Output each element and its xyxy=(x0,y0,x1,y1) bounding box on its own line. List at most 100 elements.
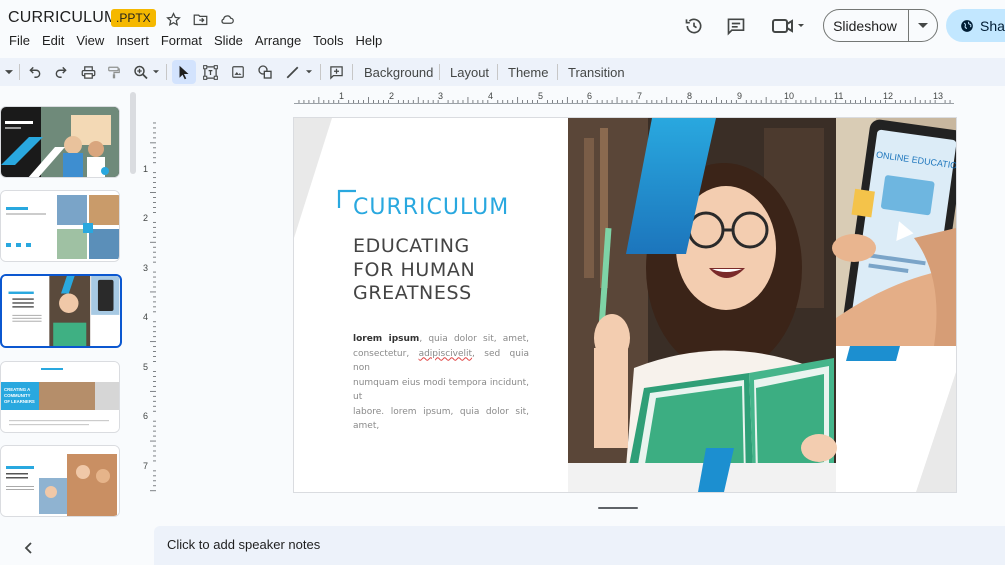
version-history-icon[interactable] xyxy=(683,15,705,37)
zoom-icon[interactable] xyxy=(132,60,162,84)
new-slide-dropdown-icon[interactable] xyxy=(3,60,15,84)
filmstrip-scrollbar[interactable] xyxy=(130,92,136,174)
menu-bar: File Edit View Insert Format Slide Arran… xyxy=(9,31,394,50)
layout-button[interactable]: Layout xyxy=(450,60,489,84)
ruler-number: 3 xyxy=(438,91,444,101)
svg-text:COMMUNITY: COMMUNITY xyxy=(4,393,31,398)
notes-resize-handle[interactable] xyxy=(598,507,638,509)
slide-thumbnail-3-preview xyxy=(2,276,120,346)
toolbar-divider xyxy=(166,64,167,80)
slideshow-button[interactable]: Slideshow xyxy=(824,10,909,41)
ruler-number: 6 xyxy=(143,411,149,421)
vertical-ruler[interactable]: 1 2 3 4 5 6 7 xyxy=(143,118,156,492)
body-line-4: labore. lorem ipsum, quia dolor sit, ame… xyxy=(353,406,529,432)
background-button[interactable]: Background xyxy=(364,60,433,84)
ruler-number: 11 xyxy=(834,91,844,101)
toolbar-divider xyxy=(352,64,353,80)
body-text-2a: consectetur, xyxy=(353,348,419,359)
toolbar: Background Layout Theme Transition xyxy=(0,58,1005,86)
current-slide[interactable]: ONLINE EDUCATION CURRICULUM EDUCATING FO… xyxy=(294,118,956,492)
slide-thumbnail-4-preview: CREATING A COMMUNITY OF LEARNERS xyxy=(1,362,119,432)
slide-thumbnail-5[interactable] xyxy=(0,445,120,517)
slide-subtitle[interactable]: EDUCATING FOR HUMAN GREATNESS xyxy=(353,235,475,306)
subtitle-line-3: GREATNESS xyxy=(353,282,472,304)
shape-icon[interactable] xyxy=(256,60,274,84)
toolbar-divider xyxy=(320,64,321,80)
ruler-number: 2 xyxy=(389,91,395,101)
svg-text:OF LEARNERS: OF LEARNERS xyxy=(4,399,35,404)
ruler-number: 6 xyxy=(587,91,593,101)
slide-thumbnail-5-preview xyxy=(1,446,119,516)
phone-photo: ONLINE EDUCATION xyxy=(832,118,956,346)
toolbar-divider xyxy=(439,64,440,80)
theme-button[interactable]: Theme xyxy=(508,60,548,84)
speaker-notes[interactable]: Click to add speaker notes xyxy=(154,526,1005,565)
ruler-number: 2 xyxy=(143,213,149,223)
ruler-number: 4 xyxy=(143,312,149,322)
speaker-notes-placeholder: Click to add speaker notes xyxy=(167,537,321,552)
ruler-number: 5 xyxy=(143,362,149,372)
undo-icon[interactable] xyxy=(26,60,44,84)
menu-format[interactable]: Format xyxy=(161,31,202,50)
slideshow-dropdown-icon[interactable] xyxy=(909,10,937,41)
transition-button[interactable]: Transition xyxy=(568,60,625,84)
vertical-ruler-ticks xyxy=(150,122,156,492)
title-bar: CURRICULUM .PPTX File Edit View Insert F… xyxy=(0,0,1005,54)
ruler-number: 7 xyxy=(637,91,643,101)
redo-icon[interactable] xyxy=(52,60,70,84)
ruler-number: 12 xyxy=(883,91,894,101)
insert-comment-icon[interactable] xyxy=(327,60,345,84)
menu-view[interactable]: View xyxy=(76,31,104,50)
line-icon[interactable] xyxy=(284,60,316,84)
ruler-number: 4 xyxy=(488,91,494,101)
ruler-number: 3 xyxy=(143,263,149,273)
insert-image-icon[interactable] xyxy=(229,60,247,84)
ruler-number: 1 xyxy=(143,164,149,174)
body-line-1: lorem ipsum, quia dolor sit, amet, xyxy=(353,332,529,347)
slide-thumbnail-1[interactable] xyxy=(0,106,120,178)
ruler-number: 8 xyxy=(687,91,693,101)
paint-format-icon[interactable] xyxy=(105,60,123,84)
cloud-status-icon[interactable] xyxy=(218,10,236,28)
menu-slide[interactable]: Slide xyxy=(214,31,243,50)
slide-thumbnail-4[interactable]: CREATING A COMMUNITY OF LEARNERS xyxy=(0,361,120,433)
ruler-number: 1 xyxy=(339,91,345,101)
ruler-number: 13 xyxy=(933,91,944,101)
select-tool-icon[interactable] xyxy=(172,60,196,84)
ruler-number: 7 xyxy=(143,461,149,471)
spellcheck-word[interactable]: adipiscivelit xyxy=(419,349,472,359)
menu-edit[interactable]: Edit xyxy=(42,31,64,50)
menu-tools[interactable]: Tools xyxy=(313,31,343,50)
comments-icon[interactable] xyxy=(725,15,747,37)
subtitle-line-1: EDUCATING xyxy=(353,235,470,257)
toolbar-divider xyxy=(557,64,558,80)
document-title[interactable]: CURRICULUM xyxy=(8,9,118,27)
text-box-icon[interactable] xyxy=(201,60,219,84)
print-icon[interactable] xyxy=(79,60,97,84)
menu-arrange[interactable]: Arrange xyxy=(255,31,301,50)
svg-text:CREATING A: CREATING A xyxy=(4,387,30,392)
slideshow-group: Slideshow xyxy=(823,9,938,42)
ruler-number: 10 xyxy=(784,91,795,101)
meet-video-icon[interactable] xyxy=(770,15,806,37)
slide-thumbnail-2-preview xyxy=(1,191,119,261)
slide-body-text[interactable]: lorem ipsum, quia dolor sit, amet, conse… xyxy=(353,332,529,434)
ruler-number: 5 xyxy=(538,91,544,101)
share-label: Shar xyxy=(980,17,1005,34)
body-line-2: consectetur, adipiscivelit, sed quia non xyxy=(353,347,529,376)
subtitle-line-2: FOR HUMAN xyxy=(353,258,476,281)
ruler-number: 9 xyxy=(737,91,743,101)
slide-thumbnail-3[interactable] xyxy=(0,274,122,348)
file-format-badge: .PPTX xyxy=(111,9,156,27)
slide-thumbnail-2[interactable] xyxy=(0,190,120,262)
menu-help[interactable]: Help xyxy=(356,31,383,50)
menu-file[interactable]: File xyxy=(9,31,30,50)
menu-insert[interactable]: Insert xyxy=(116,31,149,50)
collapse-filmstrip-icon[interactable] xyxy=(20,540,36,556)
slide-heading[interactable]: CURRICULUM xyxy=(353,195,509,220)
star-icon[interactable] xyxy=(164,10,182,28)
share-button[interactable]: Shar xyxy=(946,9,1005,42)
horizontal-ruler[interactable]: 1 2 3 4 5 6 7 8 9 10 11 12 13 xyxy=(294,91,954,104)
body-bold: lorem ipsum xyxy=(353,334,420,344)
move-folder-icon[interactable] xyxy=(191,10,209,28)
